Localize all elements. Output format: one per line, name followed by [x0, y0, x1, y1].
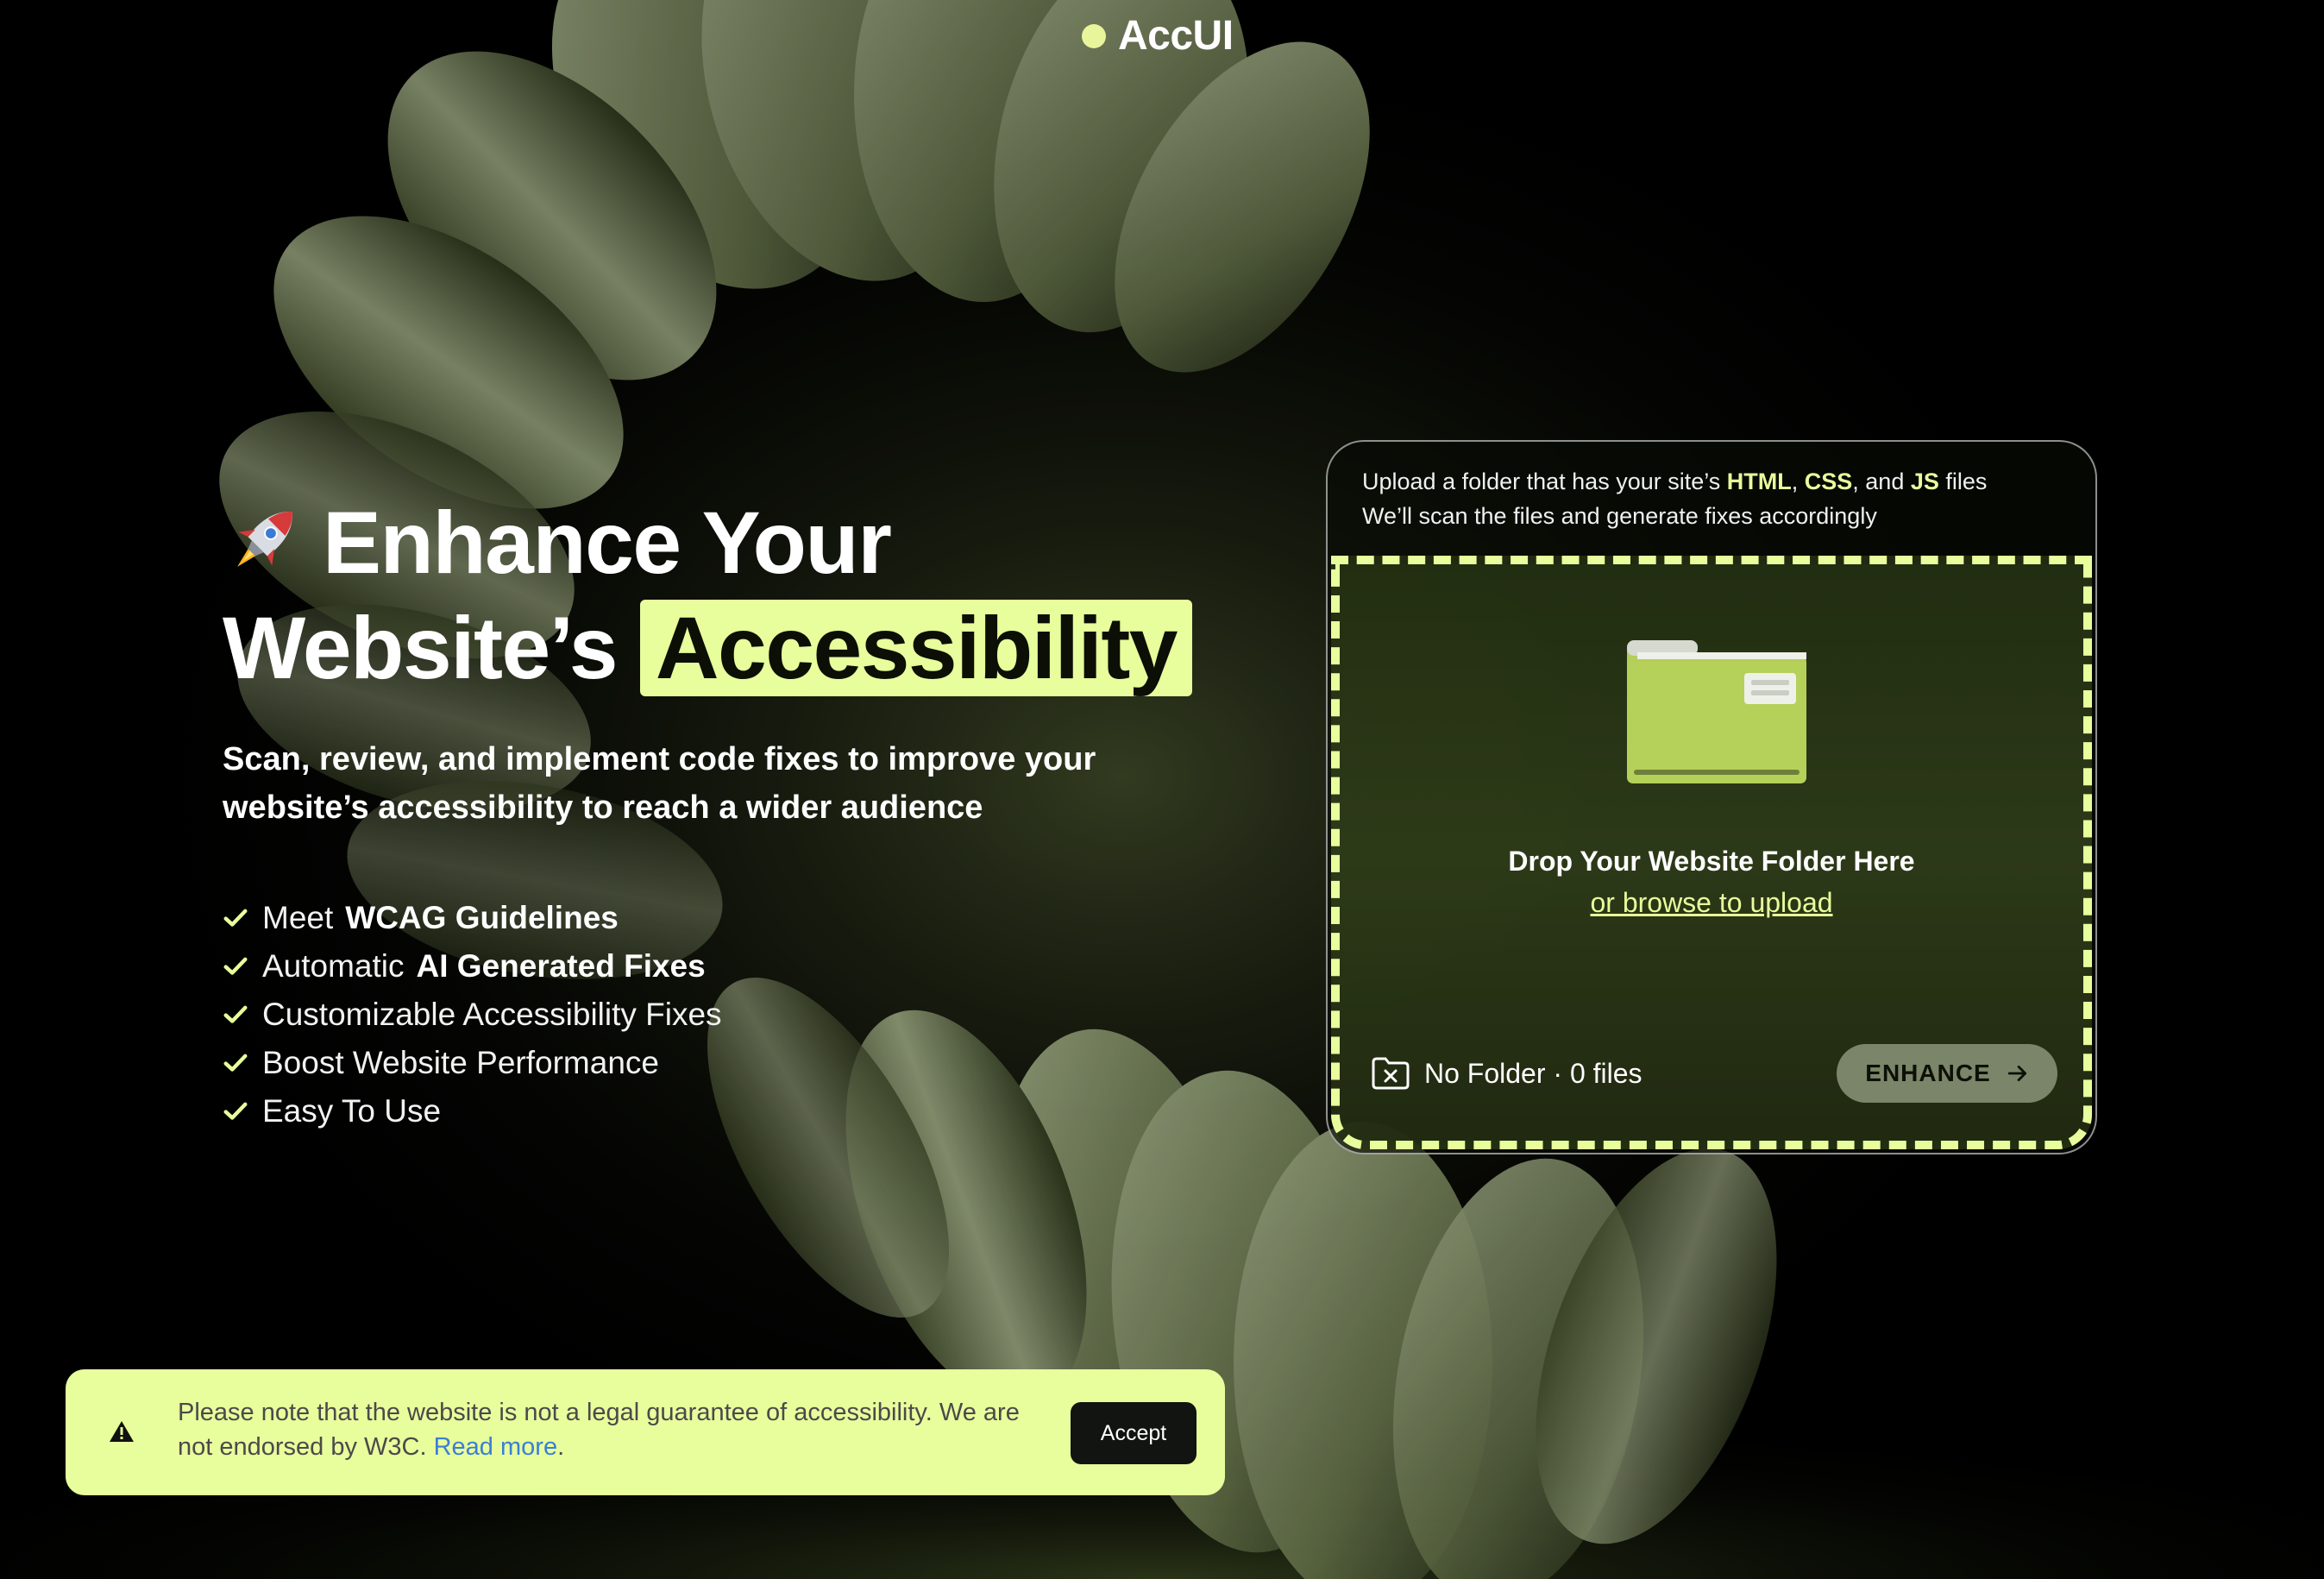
upload-instructions-line-2: We’ll scan the files and generate fixes …	[1362, 503, 1877, 529]
logo[interactable]: AccUI	[1082, 12, 1234, 60]
feature-prefix: Easy To Use	[262, 1093, 442, 1129]
feature-strong: AI Generated Fixes	[416, 948, 706, 984]
js-label: JS	[1910, 469, 1939, 494]
upload-card: Upload a folder that has your site’s HTM…	[1326, 440, 2097, 1154]
css-label: CSS	[1804, 469, 1853, 494]
browse-upload-link[interactable]: or browse to upload	[1340, 887, 2083, 919]
feature-item: Meet WCAG Guidelines	[223, 894, 1241, 942]
warning-icon	[110, 1421, 134, 1442]
folder-status-text: No Folder · 0 files	[1424, 1057, 1643, 1089]
check-icon	[223, 1005, 248, 1023]
feature-item: Boost Website Performance	[223, 1039, 1241, 1087]
title-part-2: Website’s	[223, 599, 619, 697]
feature-strong: WCAG Guidelines	[345, 900, 619, 935]
hero-subtitle: Scan, review, and implement code fixes t…	[223, 741, 1096, 826]
folder-icon	[1627, 640, 1806, 783]
folder-drop-zone[interactable]: Drop Your Website Folder Here or browse …	[1331, 556, 2092, 1149]
logo-text: AccUI	[1118, 13, 1234, 59]
drop-title: Drop Your Website Folder Here	[1508, 846, 1915, 877]
rocket-icon	[237, 512, 292, 567]
page: AccUI Enhance Your Website’s Accessibili…	[0, 0, 2324, 1579]
feature-item: Easy To Use	[223, 1087, 1241, 1135]
feature-item: Customizable Accessibility Fixes	[223, 991, 1241, 1039]
read-more-link[interactable]: Read more	[434, 1433, 557, 1461]
folder-status: No Folder · 0 files	[1371, 1056, 1643, 1091]
hero-title: Enhance Your Website’s Accessibility	[223, 490, 1241, 701]
folder-x-icon	[1372, 1057, 1410, 1090]
upload-instructions-line-1: Upload a folder that has your site’s HTM…	[1362, 469, 1988, 494]
enhance-label: ENHANCE	[1865, 1060, 1991, 1086]
accept-button[interactable]: Accept	[1071, 1402, 1197, 1464]
feature-list: Meet WCAG Guidelines Automatic AI Genera…	[223, 894, 1241, 1135]
check-icon	[223, 1054, 248, 1072]
feature-prefix: Customizable Accessibility Fixes	[262, 997, 722, 1032]
feature-prefix: Meet	[262, 900, 334, 935]
disclaimer-text: Please note that the website is not a le…	[178, 1399, 1020, 1461]
check-icon	[223, 1102, 248, 1120]
title-highlight: Accessibility	[639, 600, 1193, 696]
feature-prefix: Automatic	[262, 948, 405, 984]
disclaimer-banner: Please note that the website is not a le…	[66, 1369, 1225, 1495]
enhance-button[interactable]: ENHANCE	[1837, 1044, 2057, 1103]
check-icon	[223, 909, 248, 927]
title-part-1: Enhance Your	[323, 494, 892, 592]
hero-section: Enhance Your Website’s Accessibility Sca…	[223, 490, 1241, 1135]
html-label: HTML	[1726, 469, 1792, 494]
feature-item: Automatic AI Generated Fixes	[223, 942, 1241, 991]
arrow-right-icon	[2007, 1066, 2026, 1081]
upload-instructions: Upload a folder that has your site’s HTM…	[1328, 442, 2095, 533]
check-icon	[223, 957, 248, 975]
logo-dot-icon	[1082, 23, 1106, 48]
feature-prefix: Boost Website Performance	[262, 1045, 659, 1080]
